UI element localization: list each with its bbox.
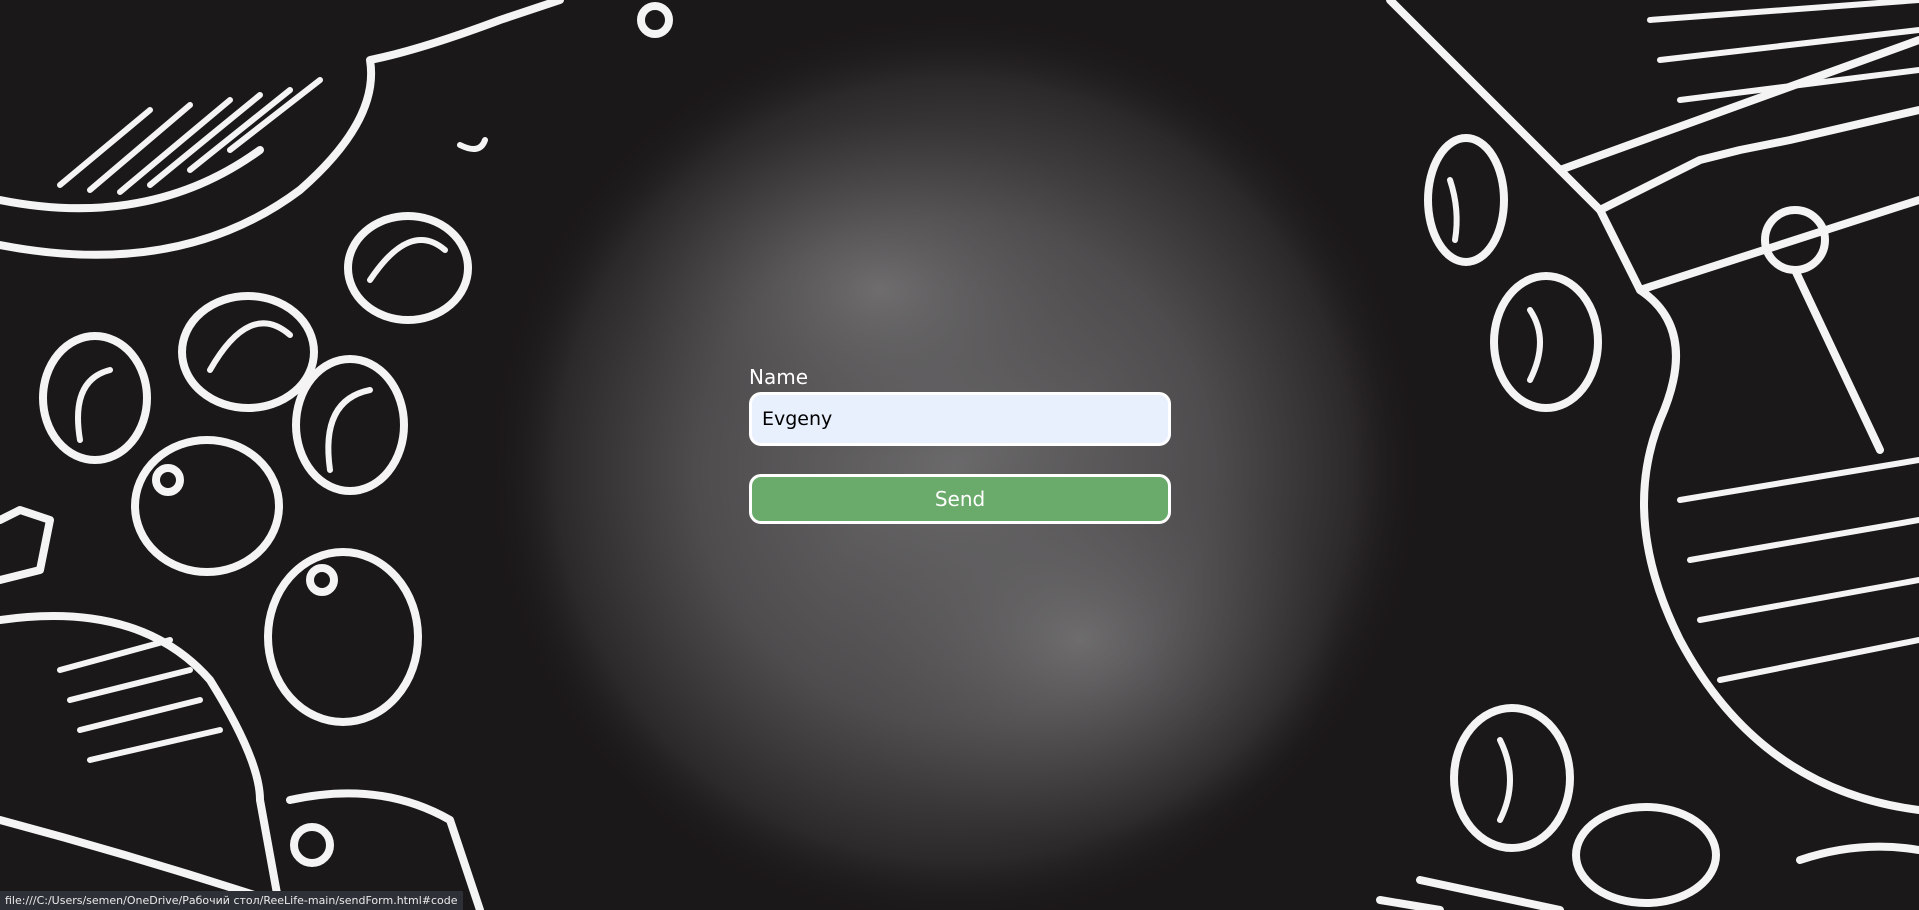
grinder-hatching — [57, 637, 223, 763]
chemex-outline — [1386, 0, 1919, 214]
coffee-bean-crease — [1527, 307, 1543, 383]
coffee-bean — [39, 332, 151, 464]
chemex-hatching — [1677, 457, 1919, 683]
coffee-bean-crease — [1497, 737, 1513, 823]
name-input[interactable] — [749, 392, 1171, 446]
grinder-knob — [290, 823, 334, 867]
name-label: Name — [749, 365, 809, 389]
coffee-bean — [131, 436, 283, 576]
coffee-bean — [1572, 803, 1720, 907]
send-button[interactable]: Send — [749, 474, 1171, 524]
send-form: Name Send — [749, 364, 1171, 524]
coffee-bean — [264, 548, 422, 726]
coffee-bean — [178, 292, 318, 412]
coffee-bean-crease — [207, 320, 293, 373]
page-background: Name Send file:///C:/Users/semen/OneDriv… — [0, 0, 1919, 910]
browser-status-bar: file:///C:/Users/semen/OneDrive/Рабочий … — [0, 891, 463, 910]
chemex-hatching — [1647, 0, 1919, 103]
coffee-pot-outline — [0, 0, 564, 259]
chemex-collar — [1596, 196, 1919, 294]
coffee-bean-crease — [367, 237, 448, 283]
chemex-base — [1796, 842, 1919, 864]
coffee-bean — [292, 355, 408, 495]
coffee-drop — [457, 137, 488, 152]
coffee-bean-crease — [75, 367, 113, 443]
coffee-bean-highlight — [152, 464, 184, 496]
coffee-bean — [1490, 272, 1602, 412]
grinder-outline — [0, 506, 54, 584]
coffee-pot-hatching — [57, 77, 323, 195]
coffee-bean-crease — [1447, 177, 1460, 243]
chemex-base — [1376, 876, 1564, 910]
coffee-bean — [344, 212, 472, 324]
coffee-bean-highlight — [306, 564, 338, 596]
chemex-body — [1636, 286, 1919, 814]
coffee-bean-crease — [325, 387, 373, 473]
grinder-outline — [0, 612, 284, 910]
coffee-drop — [637, 2, 673, 38]
chemex-handle — [1791, 266, 1884, 454]
coffee-bean — [1424, 134, 1508, 266]
